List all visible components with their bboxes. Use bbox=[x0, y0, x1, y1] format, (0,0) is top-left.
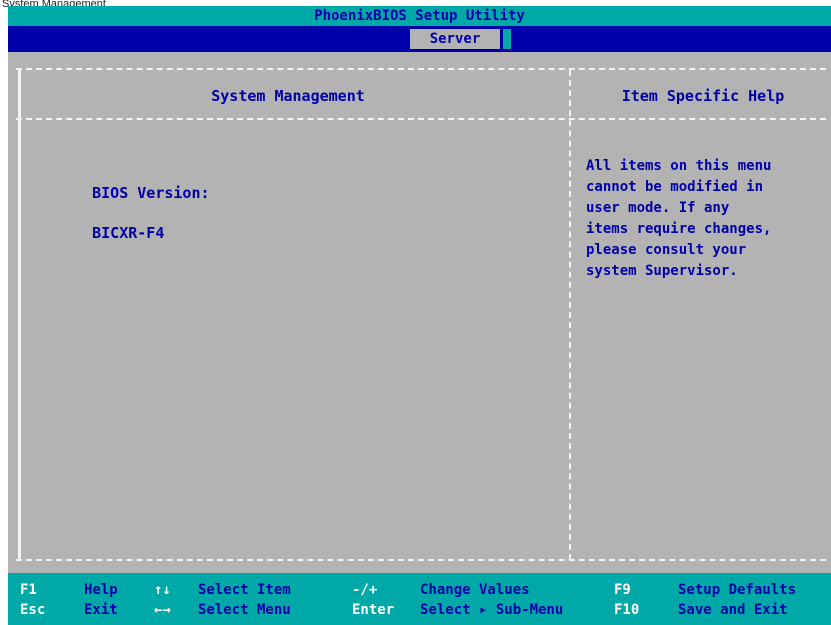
tab-server[interactable]: Server bbox=[410, 29, 500, 49]
top-divider bbox=[16, 68, 826, 70]
f10-key: F10 bbox=[614, 602, 640, 618]
left-border bbox=[18, 70, 21, 560]
help-line: cannot be modified in bbox=[586, 179, 764, 195]
select-sub-menu-label: Select ▸ Sub-Menu bbox=[420, 602, 564, 618]
menu-cursor bbox=[503, 29, 511, 49]
select-menu-label: Select Menu bbox=[198, 602, 291, 618]
title-bar: PhoenixBIOS Setup Utility bbox=[8, 6, 831, 26]
minus-plus-key: -/+ bbox=[352, 582, 378, 598]
exit-label: Exit bbox=[84, 602, 118, 618]
bios-screen: PhoenixBIOS Setup Utility Server System … bbox=[8, 6, 831, 625]
bios-version-label: BIOS Version: bbox=[92, 184, 210, 202]
esc-key: Esc bbox=[20, 602, 46, 618]
help-line: please consult your bbox=[586, 242, 747, 258]
setup-defaults-label: Setup Defaults bbox=[678, 582, 797, 598]
help-text: All items on this menu cannot be modifie… bbox=[586, 156, 826, 282]
panel-separator bbox=[569, 70, 571, 560]
menu-bar: Server bbox=[8, 26, 831, 52]
bottom-divider bbox=[16, 559, 826, 561]
help-line: items require changes, bbox=[586, 221, 772, 237]
enter-key: Enter bbox=[352, 602, 395, 618]
select-item-label: Select Item bbox=[198, 582, 291, 598]
save-and-exit-label: Save and Exit bbox=[678, 602, 788, 618]
bios-version-row: BIOS Version: BICXR-F4 bbox=[56, 163, 210, 263]
key-help-footer: F1 Help ↑↓ Select Item -/+ Change Values… bbox=[8, 573, 831, 625]
help-line: All items on this menu bbox=[586, 158, 772, 174]
help-label: Help bbox=[84, 582, 118, 598]
help-line: user mode. If any bbox=[586, 200, 730, 216]
help-line: system Supervisor. bbox=[586, 263, 738, 279]
f9-key: F9 bbox=[614, 582, 631, 598]
up-down-arrows-icon: ↑↓ bbox=[154, 582, 171, 598]
left-right-arrows-icon: ←→ bbox=[154, 602, 171, 618]
bios-version-value: BICXR-F4 bbox=[92, 224, 165, 242]
f1-key: F1 bbox=[20, 582, 37, 598]
change-values-label: Change Values bbox=[420, 582, 530, 598]
section-title: System Management bbox=[211, 87, 365, 105]
header-divider bbox=[16, 118, 826, 120]
help-title: Item Specific Help bbox=[621, 87, 785, 105]
